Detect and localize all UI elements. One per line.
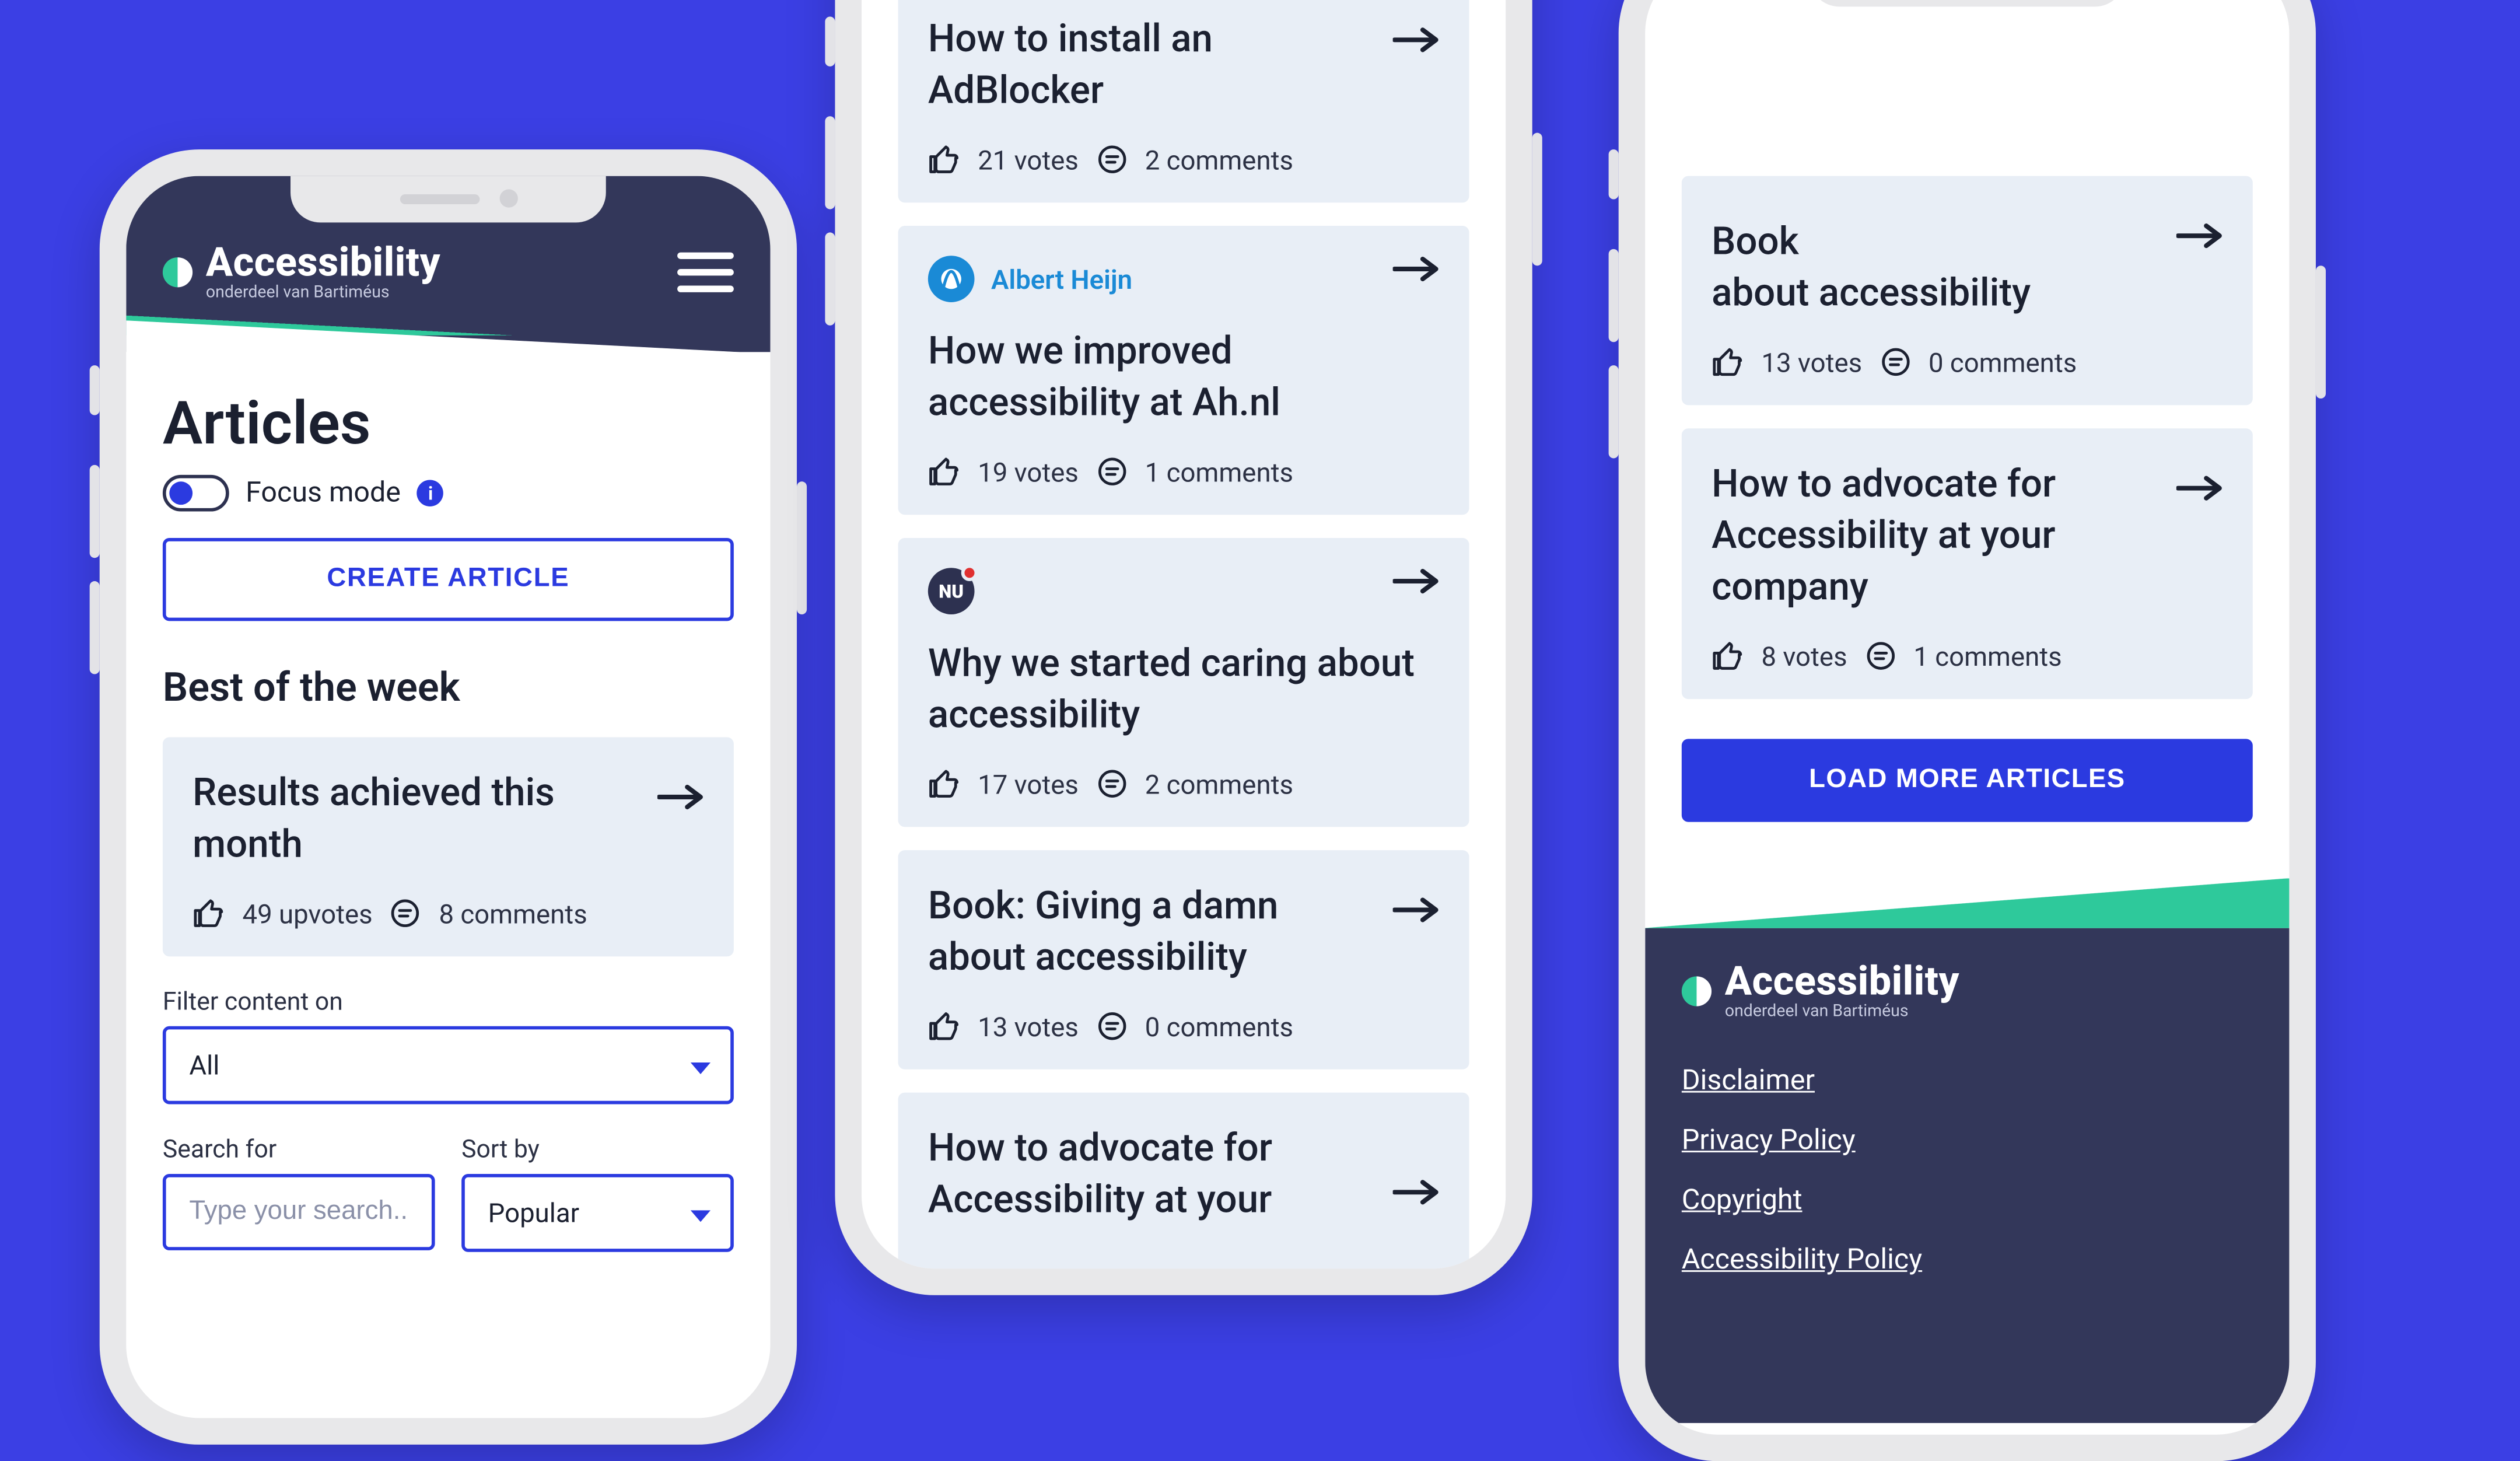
logo-mark-icon	[163, 257, 192, 287]
footer-link-copyright[interactable]: Copyright	[1682, 1184, 1803, 1218]
upvote-count: 49 upvotes	[242, 897, 372, 929]
brand-icon: NU	[928, 568, 975, 615]
article-brand: NU	[928, 568, 1440, 615]
comment-icon[interactable]	[1864, 639, 1897, 673]
vote-count: 17 votes	[978, 768, 1079, 800]
phone-notch	[290, 176, 606, 223]
filter-label: Filter content on	[163, 987, 734, 1016]
article-title: Results achieved this month	[192, 767, 704, 871]
article-title: Book: Giving a damn about accessibility	[928, 880, 1440, 984]
arrow-right-icon	[1393, 256, 1440, 289]
brand-tagline: onderdeel van Bartiméus	[206, 285, 440, 302]
menu-icon[interactable]	[677, 253, 734, 292]
thumb-up-icon[interactable]	[928, 1010, 961, 1043]
page-title: Articles	[163, 389, 734, 459]
brand-name: Accessibility	[1725, 962, 1959, 1001]
article-card[interactable]: NU Why we started caring about accessibi…	[898, 539, 1469, 827]
search-input[interactable]	[163, 1174, 435, 1250]
arrow-right-icon	[1393, 27, 1440, 60]
arrow-right-icon	[2176, 222, 2223, 256]
thumb-up-icon[interactable]	[1712, 639, 1745, 673]
footer-link-disclaimer[interactable]: Disclaimer	[1682, 1065, 1815, 1098]
vote-count: 13 votes	[978, 1011, 1079, 1043]
phone-mockup-center: How to install an AdBlocker 21 votes 2 c…	[835, 0, 1532, 1295]
thumb-up-icon[interactable]	[192, 897, 226, 930]
comment-icon[interactable]	[389, 897, 422, 930]
comment-icon[interactable]	[1879, 345, 1912, 379]
info-icon[interactable]: i	[417, 480, 444, 506]
article-title: How we improved accessibility at Ah.nl	[928, 326, 1440, 429]
article-card[interactable]: How to advocate for Accessibility at you…	[898, 1093, 1469, 1269]
article-card[interactable]: Book: Giving a damn about accessibility …	[898, 851, 1469, 1070]
footer-link-accessibility-policy[interactable]: Accessibility Policy	[1682, 1244, 1922, 1277]
thumb-up-icon[interactable]	[928, 768, 961, 801]
article-title: How to advocate for Accessibility at you…	[1712, 459, 2223, 613]
footer-link-privacy[interactable]: Privacy Policy	[1682, 1124, 1856, 1158]
article-card[interactable]: How to advocate for Accessibility at you…	[1682, 428, 2253, 699]
arrow-right-icon	[1393, 1180, 1440, 1213]
article-card[interactable]: How to install an AdBlocker 21 votes 2 c…	[898, 0, 1469, 202]
article-card[interactable]: Albert Heijn How we improved accessibili…	[898, 226, 1469, 515]
arrow-right-icon	[1393, 897, 1440, 931]
sort-select[interactable]: Popular	[461, 1174, 734, 1252]
thumb-up-icon[interactable]	[928, 455, 961, 488]
arrow-right-icon	[2176, 475, 2223, 508]
comment-icon[interactable]	[1095, 1010, 1128, 1043]
comment-count: 1 comments	[1913, 641, 2062, 672]
app-footer: Accessibility onderdeel van Bartiméus Di…	[1645, 879, 2289, 1423]
focus-mode-label: Focus mode	[246, 477, 401, 510]
thumb-up-icon[interactable]	[1712, 345, 1745, 379]
brand-logo-footer[interactable]: Accessibility onderdeel van Bartiméus	[1682, 962, 2253, 1021]
arrow-right-icon	[1393, 568, 1440, 602]
comment-count: 8 comments	[439, 897, 587, 929]
vote-count: 13 votes	[1761, 347, 1862, 378]
comment-count: 2 comments	[1145, 768, 1293, 800]
brand-name: Accessibility	[206, 242, 440, 282]
load-more-button[interactable]: LOAD MORE ARTICLES	[1682, 739, 2253, 822]
comment-icon[interactable]	[1095, 455, 1128, 488]
article-title: How to advocate for Accessibility at you…	[928, 1123, 1440, 1226]
article-brand: Albert Heijn	[928, 256, 1440, 303]
vote-count: 19 votes	[978, 456, 1079, 488]
comment-count: 0 comments	[1145, 1011, 1293, 1043]
comment-icon[interactable]	[1095, 768, 1128, 801]
phone-mockup-left: Accessibility onderdeel van Bartiméus Ar…	[100, 149, 797, 1445]
comment-icon[interactable]	[1095, 143, 1128, 176]
comment-count: 1 comments	[1145, 456, 1293, 488]
arrow-right-icon	[657, 784, 704, 817]
article-card[interactable]: Book about accessibility 13 votes 0 comm…	[1682, 176, 2253, 406]
logo-mark-icon	[1682, 977, 1712, 1006]
brand-logo[interactable]: Accessibility onderdeel van Bartiméus	[163, 242, 440, 302]
comment-count: 2 comments	[1145, 144, 1293, 175]
create-article-button[interactable]: CREATE ARTICLE	[163, 538, 734, 621]
vote-count: 8 votes	[1761, 641, 1847, 672]
phone-notch	[1810, 0, 2125, 6]
brand-label: Albert Heijn	[991, 263, 1132, 295]
phone-mockup-right: Book about accessibility 13 votes 0 comm…	[1619, 0, 2316, 1461]
article-title: How to install an AdBlocker	[928, 13, 1440, 117]
focus-mode-toggle[interactable]	[163, 475, 229, 512]
filter-select[interactable]: All	[163, 1026, 734, 1105]
search-label: Search for	[163, 1134, 435, 1164]
article-card-best[interactable]: Results achieved this month 49 upvotes 8…	[163, 738, 734, 957]
vote-count: 21 votes	[978, 144, 1079, 175]
thumb-up-icon[interactable]	[928, 143, 961, 176]
best-of-week-heading: Best of the week	[163, 664, 734, 711]
brand-tagline: onderdeel van Bartiméus	[1725, 1005, 1959, 1021]
brand-icon	[928, 256, 975, 303]
comment-count: 0 comments	[1929, 347, 2077, 378]
sort-label: Sort by	[461, 1134, 734, 1164]
article-title: Why we started caring about accessibilit…	[928, 638, 1440, 741]
article-title: Book about accessibility	[1712, 216, 2223, 319]
focus-mode-row: Focus mode i	[163, 475, 734, 512]
